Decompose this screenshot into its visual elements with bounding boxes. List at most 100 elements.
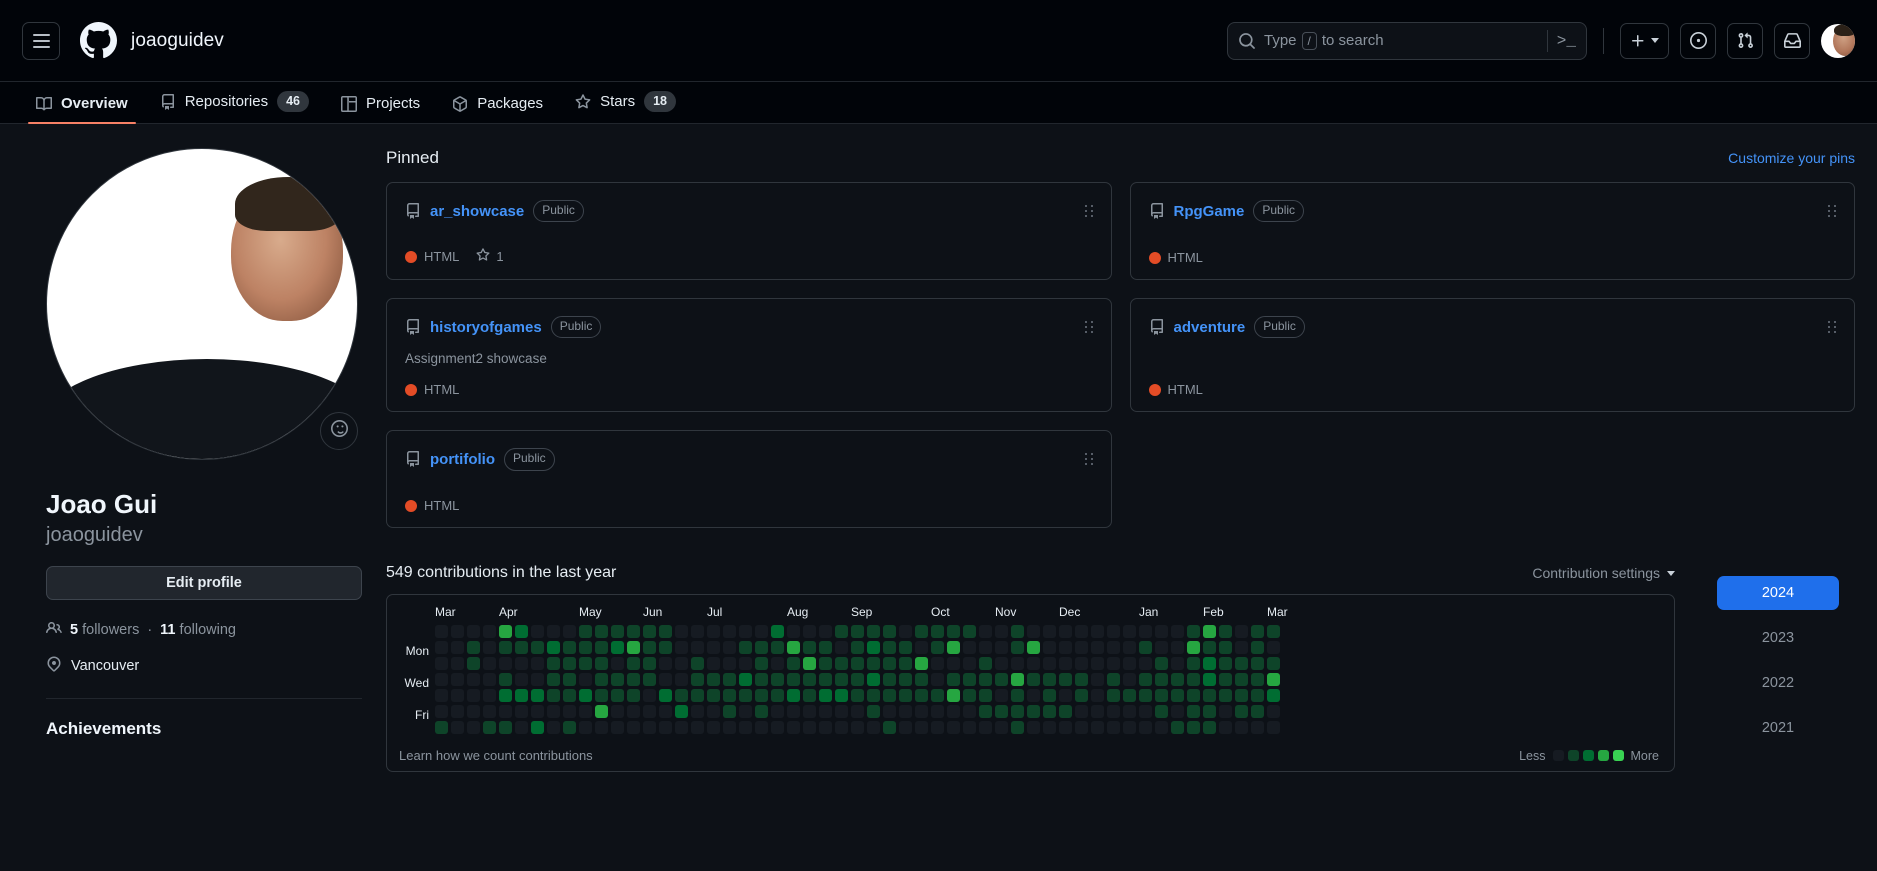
contribution-day-cell[interactable] <box>1171 689 1184 703</box>
contribution-day-cell[interactable] <box>1027 657 1040 671</box>
contribution-day-cell[interactable] <box>483 641 496 655</box>
contribution-day-cell[interactable] <box>547 673 560 687</box>
contribution-day-cell[interactable] <box>1155 673 1168 687</box>
contribution-day-cell[interactable] <box>1139 657 1152 671</box>
contribution-day-cell[interactable] <box>739 673 752 687</box>
contribution-day-cell[interactable] <box>915 657 928 671</box>
contribution-day-cell[interactable] <box>867 689 880 703</box>
contribution-day-cell[interactable] <box>755 689 768 703</box>
drag-handle-icon[interactable] <box>1828 321 1836 334</box>
contribution-day-cell[interactable] <box>1267 641 1280 655</box>
contribution-day-cell[interactable] <box>643 689 656 703</box>
contribution-day-cell[interactable] <box>819 689 832 703</box>
contribution-day-cell[interactable] <box>579 673 592 687</box>
contribution-day-cell[interactable] <box>627 657 640 671</box>
contribution-day-cell[interactable] <box>915 705 928 719</box>
contribution-day-cell[interactable] <box>643 705 656 719</box>
contribution-day-cell[interactable] <box>1203 689 1216 703</box>
pinned-repo-card[interactable]: RpgGame Public HTML <box>1129 182 1855 280</box>
contribution-day-cell[interactable] <box>1123 689 1136 703</box>
contribution-day-cell[interactable] <box>1059 673 1072 687</box>
contribution-day-cell[interactable] <box>803 689 816 703</box>
contribution-day-cell[interactable] <box>1267 673 1280 687</box>
contribution-day-cell[interactable] <box>515 641 528 655</box>
contribution-day-cell[interactable] <box>1091 689 1104 703</box>
contribution-day-cell[interactable] <box>787 625 800 639</box>
tab-repositories[interactable]: Repositories 46 <box>144 91 325 123</box>
contribution-day-cell[interactable] <box>1027 641 1040 655</box>
contribution-day-cell[interactable] <box>1171 705 1184 719</box>
contribution-day-cell[interactable] <box>787 721 800 735</box>
contribution-day-cell[interactable] <box>1219 657 1232 671</box>
contribution-day-cell[interactable] <box>499 689 512 703</box>
contribution-day-cell[interactable] <box>851 657 864 671</box>
contribution-day-cell[interactable] <box>1027 625 1040 639</box>
contribution-day-cell[interactable] <box>547 705 560 719</box>
contribution-day-cell[interactable] <box>947 705 960 719</box>
contribution-day-cell[interactable] <box>435 689 448 703</box>
contribution-day-cell[interactable] <box>1027 705 1040 719</box>
contribution-day-cell[interactable] <box>611 721 624 735</box>
contribution-day-cell[interactable] <box>931 705 944 719</box>
contribution-day-cell[interactable] <box>931 625 944 639</box>
contribution-day-cell[interactable] <box>659 673 672 687</box>
contribution-day-cell[interactable] <box>707 673 720 687</box>
contribution-day-cell[interactable] <box>675 705 688 719</box>
contribution-day-cell[interactable] <box>659 721 672 735</box>
contribution-day-cell[interactable] <box>1203 673 1216 687</box>
contribution-day-cell[interactable] <box>899 721 912 735</box>
contribution-day-cell[interactable] <box>499 625 512 639</box>
contribution-day-cell[interactable] <box>867 625 880 639</box>
contribution-day-cell[interactable] <box>531 689 544 703</box>
contribution-day-cell[interactable] <box>835 625 848 639</box>
contribution-day-cell[interactable] <box>1171 673 1184 687</box>
drag-handle-icon[interactable] <box>1084 453 1093 466</box>
contribution-settings-button[interactable]: Contribution settings <box>1532 565 1675 581</box>
contribution-day-cell[interactable] <box>1235 657 1248 671</box>
contribution-day-cell[interactable] <box>1027 689 1040 703</box>
contribution-day-cell[interactable] <box>835 673 848 687</box>
contribution-day-cell[interactable] <box>547 689 560 703</box>
year-button-2022[interactable]: 2022 <box>1717 666 1839 700</box>
contribution-day-cell[interactable] <box>723 641 736 655</box>
followers-link[interactable]: 5 followers <box>70 622 139 638</box>
contribution-day-cell[interactable] <box>787 689 800 703</box>
contribution-day-cell[interactable] <box>707 705 720 719</box>
avatar[interactable] <box>1821 23 1855 58</box>
contribution-day-cell[interactable] <box>467 673 480 687</box>
contribution-day-cell[interactable] <box>755 705 768 719</box>
contribution-day-cell[interactable] <box>835 641 848 655</box>
contribution-day-cell[interactable] <box>595 657 608 671</box>
contribution-day-cell[interactable] <box>851 625 864 639</box>
contribution-day-cell[interactable] <box>771 705 784 719</box>
contribution-day-cell[interactable] <box>691 721 704 735</box>
contribution-day-cell[interactable] <box>1171 641 1184 655</box>
pull-requests-button[interactable] <box>1727 22 1763 59</box>
contribution-day-cell[interactable] <box>1091 721 1104 735</box>
contribution-day-cell[interactable] <box>883 641 896 655</box>
contribution-day-cell[interactable] <box>1139 641 1152 655</box>
contribution-day-cell[interactable] <box>1171 625 1184 639</box>
contribution-day-cell[interactable] <box>1107 721 1120 735</box>
contribution-day-cell[interactable] <box>947 721 960 735</box>
contribution-day-cell[interactable] <box>499 673 512 687</box>
contribution-day-cell[interactable] <box>883 705 896 719</box>
contribution-day-cell[interactable] <box>1203 705 1216 719</box>
contribution-day-cell[interactable] <box>467 721 480 735</box>
contribution-day-cell[interactable] <box>595 673 608 687</box>
contribution-day-cell[interactable] <box>515 625 528 639</box>
contribution-day-cell[interactable] <box>627 673 640 687</box>
contribution-day-cell[interactable] <box>451 673 464 687</box>
contribution-day-cell[interactable] <box>1139 625 1152 639</box>
contribution-day-cell[interactable] <box>739 641 752 655</box>
contribution-day-cell[interactable] <box>803 657 816 671</box>
contribution-day-cell[interactable] <box>899 705 912 719</box>
contribution-day-cell[interactable] <box>755 673 768 687</box>
contribution-day-cell[interactable] <box>755 721 768 735</box>
contribution-day-cell[interactable] <box>547 657 560 671</box>
contribution-day-cell[interactable] <box>1251 657 1264 671</box>
contribution-day-cell[interactable] <box>835 705 848 719</box>
contribution-day-cell[interactable] <box>451 625 464 639</box>
contribution-day-cell[interactable] <box>435 625 448 639</box>
contribution-day-cell[interactable] <box>1011 657 1024 671</box>
